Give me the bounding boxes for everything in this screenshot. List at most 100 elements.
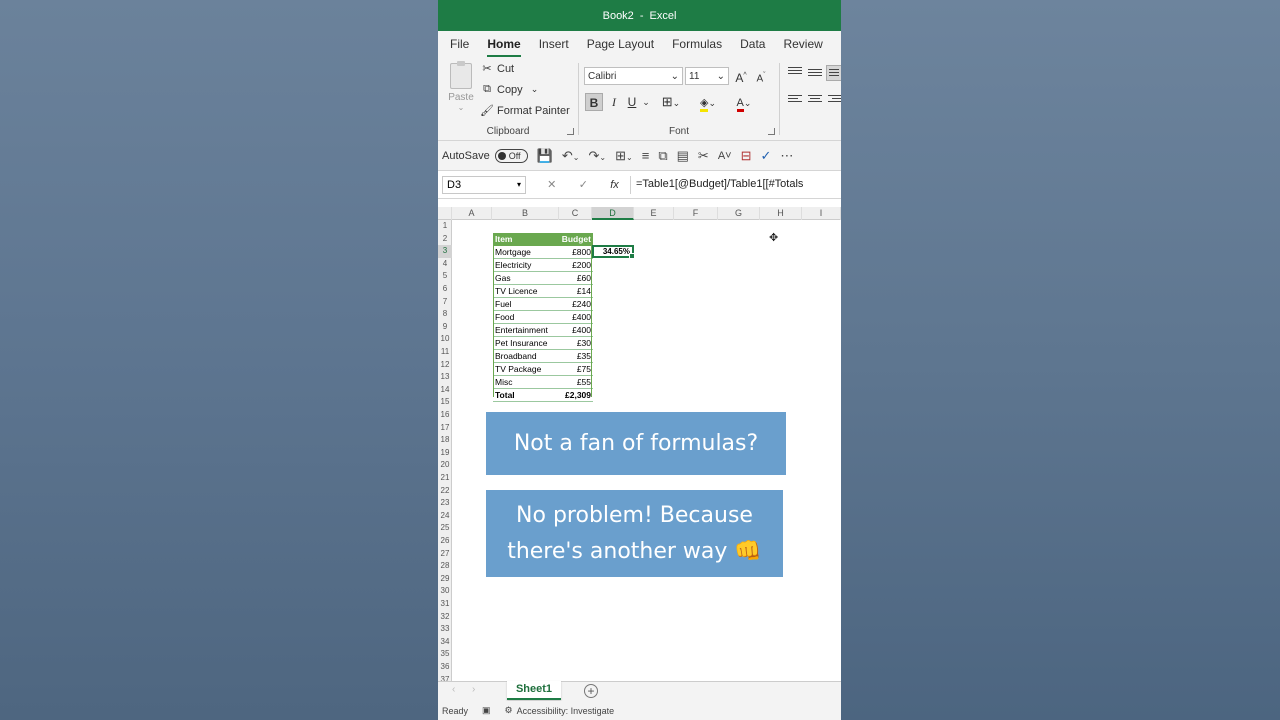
row-header[interactable]: 31 [438, 598, 452, 611]
selected-cell-d3[interactable]: 34.65% [592, 245, 635, 259]
row-header[interactable]: 2 [438, 233, 452, 246]
row-header[interactable]: 10 [438, 333, 452, 346]
column-header[interactable]: B [492, 207, 559, 220]
accessibility-icon[interactable]: ⚙ [505, 705, 513, 716]
budget-cell[interactable]: £14 [556, 284, 593, 298]
row-header[interactable]: 12 [438, 359, 452, 372]
align-left-icon[interactable] [788, 95, 802, 105]
cut-icon[interactable]: ✂ [698, 148, 709, 164]
grow-font-button[interactable]: A^ [733, 67, 749, 85]
copy-dropdown-icon[interactable]: ⌄ [531, 84, 539, 95]
item-cell[interactable]: Mortgage [493, 245, 557, 259]
row-header[interactable]: 6 [438, 283, 452, 296]
table-header-cell[interactable]: Budget [556, 233, 593, 246]
row-header[interactable]: 7 [438, 296, 452, 309]
shrink-font-icon[interactable]: A˅ [718, 150, 732, 162]
total-value-cell[interactable]: £2,309 [556, 387, 593, 402]
format-painter-button[interactable]: 🖌 Format Painter [480, 104, 570, 118]
item-cell[interactable]: Misc [493, 375, 557, 389]
undo-icon[interactable]: ↶⌄ [562, 148, 580, 164]
column-header[interactable]: E [634, 207, 674, 220]
shrink-font-button[interactable]: Aˇ [753, 67, 769, 85]
row-header[interactable]: 26 [438, 535, 452, 548]
row-header[interactable]: 3 [438, 245, 452, 258]
tab-formulas[interactable]: Formulas [672, 37, 722, 57]
budget-cell[interactable]: £400 [556, 323, 593, 337]
font-name-select[interactable]: Calibri ⌄ [584, 67, 683, 85]
select-all-corner[interactable] [438, 207, 452, 220]
font-launcher-icon[interactable] [768, 128, 775, 135]
tab-page-layout[interactable]: Page Layout [587, 37, 654, 57]
item-cell[interactable]: Electricity [493, 258, 557, 272]
enter-icon[interactable]: ✓ [579, 178, 588, 191]
row-header[interactable]: 20 [438, 459, 452, 472]
column-header[interactable]: A [452, 207, 492, 220]
row-header[interactable]: 16 [438, 409, 452, 422]
row-header[interactable]: 21 [438, 472, 452, 485]
fill-color-button[interactable]: ◈⌄ [694, 93, 722, 112]
row-header[interactable]: 27 [438, 548, 452, 561]
tab-file[interactable]: File [450, 37, 469, 57]
formula-input[interactable]: =Table1[@Budget]/Table1[[#Totals [630, 175, 837, 194]
underline-dropdown-icon[interactable]: ⌄ [641, 93, 651, 111]
more-icon[interactable]: ⋯ [780, 148, 793, 164]
underline-button[interactable]: U [625, 93, 639, 111]
tab-insert[interactable]: Insert [539, 37, 569, 57]
paste-button[interactable]: Paste ⌄ [448, 61, 474, 112]
align-right-icon[interactable] [828, 95, 841, 105]
row-header[interactable]: 36 [438, 661, 452, 674]
budget-cell[interactable]: £75 [556, 362, 593, 376]
font-size-select[interactable]: 11 ⌄ [685, 67, 729, 85]
scroll-left-icon[interactable]: ‹ [452, 684, 455, 695]
column-header-selected[interactable]: D [592, 207, 634, 220]
name-box[interactable]: D3 ▾ [442, 175, 526, 194]
align-middle-icon[interactable] [808, 69, 822, 79]
row-header[interactable]: 15 [438, 396, 452, 409]
row-header[interactable]: 30 [438, 585, 452, 598]
row-header[interactable]: 23 [438, 497, 452, 510]
item-cell[interactable]: Fuel [493, 297, 557, 311]
copy-button[interactable]: ⧉ Copy ⌄ [480, 83, 538, 96]
sheet-tab-sheet1[interactable]: Sheet1 [507, 681, 561, 700]
tab-home[interactable]: Home [487, 37, 521, 57]
row-header[interactable]: 24 [438, 510, 452, 523]
row-header[interactable]: 25 [438, 522, 452, 535]
cut-button[interactable]: ✂ Cut [480, 62, 514, 76]
row-header[interactable]: 1 [438, 220, 452, 233]
item-cell[interactable]: TV Licence [493, 284, 557, 298]
item-cell[interactable]: Food [493, 310, 557, 324]
item-cell[interactable]: Pet Insurance [493, 336, 557, 350]
row-header[interactable]: 37 [438, 674, 452, 681]
borders-button[interactable]: ⊞⌄ [657, 93, 685, 111]
budget-cell[interactable]: £400 [556, 310, 593, 324]
row-header[interactable]: 8 [438, 308, 452, 321]
row-header[interactable]: 18 [438, 434, 452, 447]
row-header[interactable]: 9 [438, 321, 452, 334]
item-cell[interactable]: Broadband [493, 349, 557, 363]
row-header[interactable]: 14 [438, 384, 452, 397]
row-header[interactable]: 22 [438, 485, 452, 498]
table-icon[interactable]: ▤ [677, 148, 689, 164]
item-cell[interactable]: TV Package [493, 362, 557, 376]
budget-cell[interactable]: £35 [556, 349, 593, 363]
redo-icon[interactable]: ↷⌄ [589, 148, 607, 164]
total-label-cell[interactable]: Total [493, 387, 557, 402]
column-header[interactable]: C [559, 207, 592, 220]
row-header[interactable]: 29 [438, 573, 452, 586]
cancel-icon[interactable]: ✕ [547, 178, 556, 191]
row-header[interactable]: 35 [438, 648, 452, 661]
row-header[interactable]: 17 [438, 422, 452, 435]
item-cell[interactable]: Gas [493, 271, 557, 285]
worksheet-grid[interactable]: A B C D E F G H I 1 2 3 4 5 6 7 8 9 10 11 12 13 14 15 1… [438, 207, 841, 681]
row-header[interactable]: 34 [438, 636, 452, 649]
align-bottom-icon[interactable] [826, 65, 841, 81]
budget-cell[interactable]: £200 [556, 258, 593, 272]
insert-function-icon[interactable]: fx [610, 179, 619, 191]
tab-data[interactable]: Data [740, 37, 765, 57]
add-sheet-icon[interactable]: + [584, 684, 598, 698]
row-header[interactable]: 13 [438, 371, 452, 384]
tab-review[interactable]: Review [783, 37, 822, 57]
font-color-button[interactable]: A⌄ [729, 93, 759, 112]
align-top-icon[interactable] [788, 67, 802, 77]
italic-button[interactable]: I [607, 93, 621, 111]
